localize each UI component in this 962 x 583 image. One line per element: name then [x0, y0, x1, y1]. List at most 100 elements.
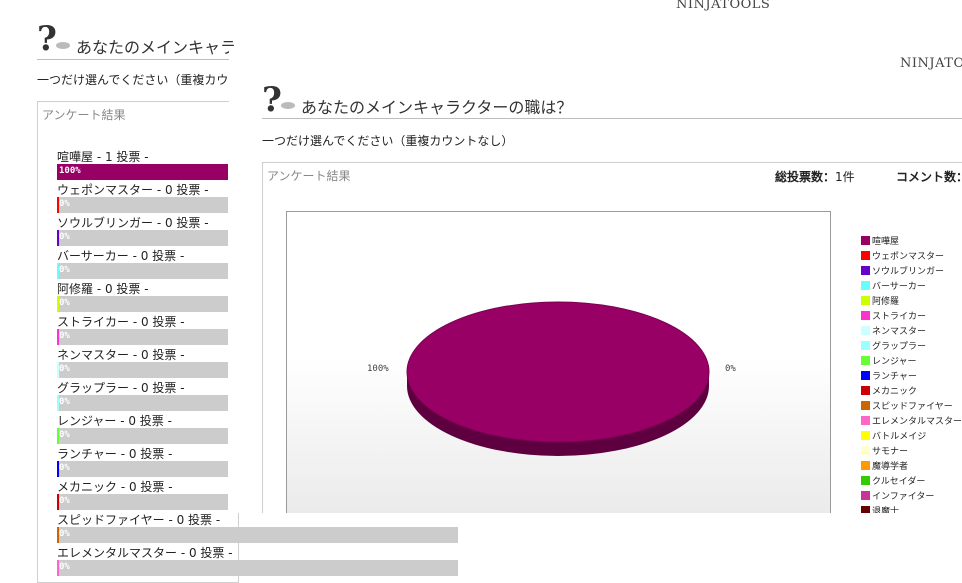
legend-swatch: [861, 431, 870, 440]
brand-logo: NINJATOOLS: [676, 0, 771, 12]
result-bar-percent: 0%: [59, 562, 70, 572]
comment-count: コメント数：: [896, 168, 962, 185]
legend-label: ランチャー: [872, 372, 917, 382]
legend-swatch: [861, 371, 870, 380]
legend-label: スピッドファイヤー: [872, 402, 953, 412]
legend-item: グラップラー: [861, 339, 926, 352]
question-icon: ?: [37, 19, 57, 59]
legend-label: メカニック: [872, 387, 918, 397]
legend-swatch: [861, 461, 870, 470]
legend-label: エレメンタルマスター: [872, 417, 962, 427]
legend-swatch: [861, 386, 870, 395]
result-bar-percent: 100%: [59, 166, 81, 176]
legend-label: バトルメイジ: [872, 432, 927, 442]
legend-swatch: [861, 296, 870, 305]
legend-item: ネンマスター: [861, 324, 926, 337]
result-bar: 0%: [57, 329, 228, 345]
result-bar: 0%: [57, 230, 228, 246]
legend-label: 魔導学者: [872, 462, 909, 472]
legend-item: ウェポンマスター: [861, 249, 944, 262]
legend-item: 退魔士: [861, 504, 899, 513]
legend-label: バーサーカー: [872, 282, 926, 292]
pie-chart: [406, 301, 710, 456]
legend-item: エレメンタルマスター: [861, 414, 962, 427]
legend-item: メカニック: [861, 384, 917, 397]
legend-item: 喧嘩屋: [861, 234, 899, 247]
legend-item: ソウルブリンガー: [861, 264, 944, 277]
question-dot-icon-front: [281, 102, 295, 109]
back-page-title: あなたのメインキャラクターの職は？: [76, 38, 236, 57]
legend-item: インファイター: [861, 489, 934, 502]
result-bar-percent: 0%: [59, 364, 70, 374]
question-icon-front: ?: [262, 80, 282, 120]
legend-swatch: [861, 311, 870, 320]
result-bar-percent: 0%: [59, 397, 70, 407]
result-bar-percent: 0%: [59, 496, 70, 506]
result-item-label: ネンマスター - 0 投票 -: [57, 348, 185, 362]
legend-item: 魔導学者: [861, 459, 908, 472]
pie-data-label-right: 0%: [725, 364, 736, 374]
legend-swatch: [861, 446, 870, 455]
pie-slice: [406, 301, 710, 443]
result-item-label: エレメンタルマスター - 0 投票 -: [57, 546, 233, 560]
legend-swatch: [861, 266, 870, 275]
back-title-rule: [37, 59, 232, 60]
legend-item: ランチャー: [861, 369, 917, 382]
result-item-label: ソウルブリンガー - 0 投票 -: [57, 216, 209, 230]
legend-item: 阿修羅: [861, 294, 899, 307]
legend-label: 阿修羅: [872, 297, 900, 307]
result-item-label: グラップラー - 0 投票 -: [57, 381, 185, 395]
question-dot-icon: [56, 42, 70, 49]
result-bar-percent: 0%: [59, 331, 70, 341]
result-bar-percent: 0%: [59, 298, 70, 308]
front-page-title: あなたのメインキャラクターの職は？: [301, 98, 573, 117]
result-item-label: 阿修羅 - 0 投票 -: [57, 282, 149, 296]
legend-item: バーサーカー: [861, 279, 926, 292]
legend-item: ストライカー: [861, 309, 926, 322]
total-votes-value: 1件: [835, 170, 855, 184]
legend-item: レンジャー: [861, 354, 917, 367]
front-page-bottom-edge: [229, 513, 962, 569]
legend-swatch: [861, 356, 870, 365]
result-item-label: ランチャー - 0 投票 -: [57, 447, 173, 461]
legend-swatch: [861, 401, 870, 410]
legend-label: ソウルブリンガー: [872, 267, 945, 277]
result-bar: 0%: [57, 263, 228, 279]
back-results-heading: アンケート結果: [42, 108, 126, 122]
result-item-label: レンジャー - 0 投票 -: [57, 414, 172, 428]
legend-swatch: [861, 341, 870, 350]
result-bar: 0%: [57, 461, 228, 477]
result-bar-percent: 0%: [59, 265, 70, 275]
back-instruction: 一つだけ選んでください（重複カウントなし）: [37, 73, 228, 87]
result-item-label: メカニック - 0 投票 -: [57, 480, 173, 494]
result-item-label: 喧嘩屋 - 1 投票 -: [57, 150, 149, 164]
legend-label: サモナー: [872, 447, 909, 457]
legend-item: クルセイダー: [861, 474, 925, 487]
comment-count-label: コメント数：: [896, 170, 962, 184]
front-instruction: 一つだけ選んでください（重複カウントなし）: [262, 134, 514, 148]
legend-label: ウェポンマスター: [872, 252, 945, 262]
legend-label: ストライカー: [872, 312, 927, 322]
result-bar-percent: 0%: [59, 529, 70, 539]
legend-label: 喧嘩屋: [872, 237, 900, 247]
result-bar-fill: [57, 164, 228, 180]
result-item-label: スピッドファイヤー - 0 投票 -: [57, 513, 221, 527]
legend-swatch: [861, 476, 870, 485]
result-bar: 0%: [57, 296, 228, 312]
result-bar-percent: 0%: [59, 199, 70, 209]
legend-label: インファイター: [872, 492, 935, 502]
front-page: NINJATOOLS ? あなたのメインキャラクターの職は？ 一つだけ選んでくだ…: [229, 46, 962, 513]
legend-label: クルセイダー: [872, 477, 926, 487]
total-votes-label: 総投票数：: [775, 170, 836, 184]
front-title-rule: [262, 118, 962, 119]
legend-label: グラップラー: [872, 342, 927, 352]
legend-swatch: [861, 506, 870, 513]
result-item-label: ストライカー - 0 投票 -: [57, 315, 185, 329]
result-bar: 0%: [57, 395, 228, 411]
result-bar: 100%: [57, 164, 228, 180]
legend-swatch: [861, 236, 870, 245]
result-item-label: バーサーカー - 0 投票 -: [57, 249, 185, 263]
result-item-label: ウェポンマスター - 0 投票 -: [57, 183, 209, 197]
legend-item: バトルメイジ: [861, 429, 926, 442]
result-bar-percent: 0%: [59, 463, 70, 473]
